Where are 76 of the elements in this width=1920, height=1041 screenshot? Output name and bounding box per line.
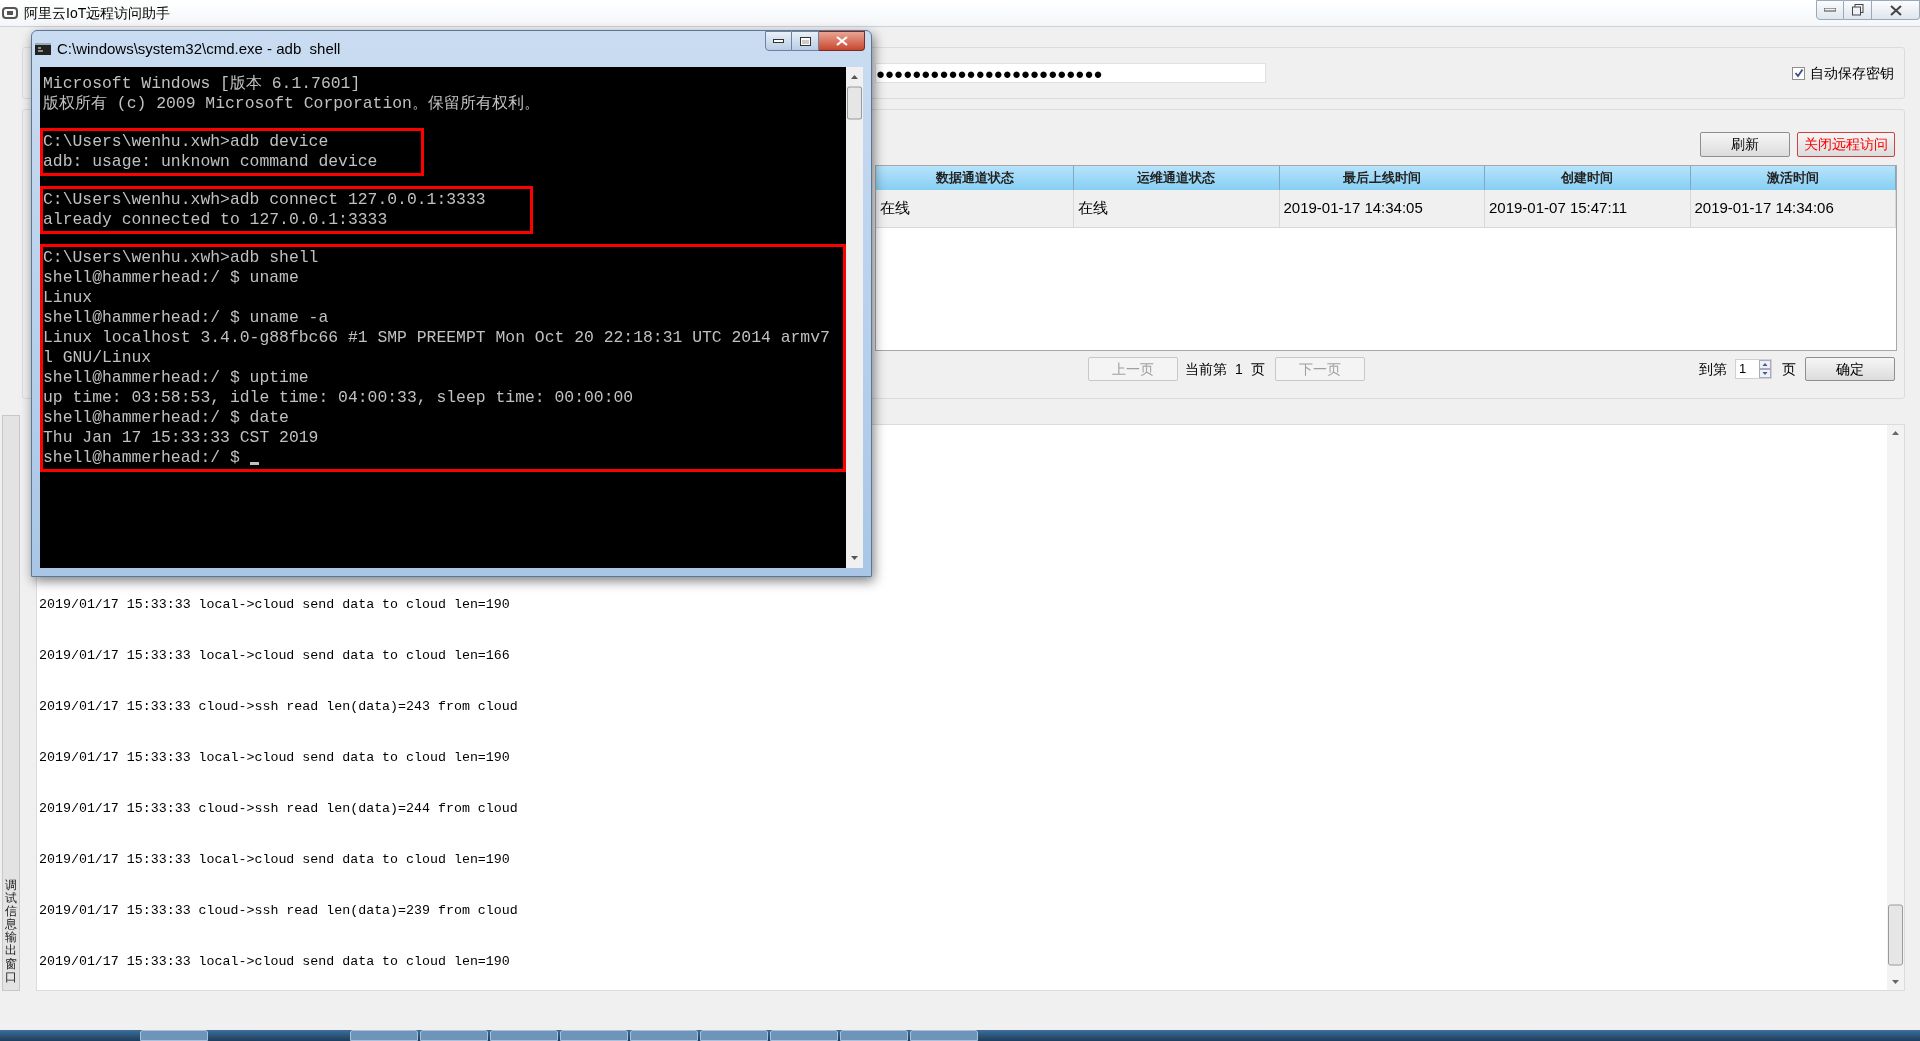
table-cell: 在线 [876,190,1074,227]
close-button[interactable] [819,31,865,51]
goto-label: 到第 [1699,359,1727,379]
app-icon [2,6,18,20]
taskbar-button[interactable] [770,1030,838,1041]
refresh-button[interactable]: 刷新 [1700,132,1790,157]
console-line: shell@hammerhead:/ $ uptime [43,368,309,388]
close-icon [835,36,848,46]
log-line: 2019/01/17 15:33:33 cloud->ssh read len(data)=239 from cloud [39,901,518,920]
log-line: 2019/01/17 15:33:33 local->cloud send data to cloud len=190 [39,952,510,971]
page-spinner[interactable]: 1 [1735,359,1772,379]
taskbar-button[interactable] [420,1030,488,1041]
page-number: 1 [1235,359,1243,379]
confirm-button[interactable]: 确定 [1805,357,1895,381]
side-tab[interactable]: 调试信息输出窗口 [2,415,20,991]
console-line: Linux [43,288,93,308]
console-title: C:\windows\system32\cmd.exe - adb shell [57,38,341,59]
maximize-icon [799,36,811,46]
console-line: shell@hammerhead:/ $ [43,448,241,468]
table-cell: 2019-01-17 14:34:06 [1690,190,1896,227]
console-line: up time: 03:58:53, idle time: 04:00:33, sleep time: 00:00:00 [43,388,634,408]
checkbox-label: 自动保存密钥 [1810,63,1894,83]
taskbar-button[interactable] [350,1030,418,1041]
minimize-icon [773,39,784,43]
taskbar-button[interactable] [630,1030,698,1041]
auto-save-checkbox[interactable]: 自动保存密钥 [1792,62,1894,84]
console-line: l GNU/Linux [43,348,152,368]
close-button[interactable] [1872,0,1920,20]
console-line: C:\Users\wenhu.xwh>adb shell [43,248,319,268]
page-label: 页 [1250,359,1265,379]
table-cell: 在线 [1074,190,1280,227]
goto-label: 页 [1782,359,1796,379]
maximize-button[interactable] [792,31,819,51]
console-line: adb: usage: unknown command device [43,152,378,172]
taskbar-button[interactable] [490,1030,558,1041]
column-header[interactable]: 最后上线时间 [1279,166,1485,190]
restore-button[interactable] [1844,0,1872,20]
console-line: shell@hammerhead:/ $ date [43,408,289,428]
taskbar-button[interactable] [560,1030,628,1041]
minimize-button[interactable] [765,31,792,51]
console-line: shell@hammerhead:/ $ uname -a [43,308,329,328]
window-title: 阿里云IoT远程访问助手 [24,3,171,23]
scrollbar[interactable] [846,67,863,568]
taskbar-button[interactable] [140,1030,208,1041]
secret-field[interactable]: ●●●●●●●●●●●●●●●●●●●●●●●●● [875,63,1266,83]
close-icon [1889,4,1902,16]
column-header[interactable]: 创建时间 [1485,166,1691,190]
taskbar-button[interactable] [700,1030,768,1041]
taskbar-button[interactable] [840,1030,908,1041]
table-cell: 2019-01-07 15:47:11 [1485,190,1691,227]
console-line: Microsoft Windows [版本 6.1.7601] [43,74,361,94]
table-cell: 2019-01-17 14:34:05 [1279,190,1485,227]
log-line: 2019/01/17 15:33:33 local->cloud send data to cloud len=190 [39,850,510,869]
side-tab-label: 调试信息输出窗口 [5,878,17,984]
log-line: 2019/01/17 15:33:33 cloud->ssh read len(data)=244 from cloud [39,799,518,818]
restore-icon [1851,4,1864,16]
log-line: 2019/01/17 15:33:33 local->cloud send data to cloud len=190 [39,748,510,767]
log-line: 2019/01/17 15:33:33 local->cloud send data to cloud len=166 [39,646,510,665]
taskbar-button[interactable] [910,1030,978,1041]
page-label: 当前第 [1185,359,1227,379]
console-line: Linux localhost 3.4.0-g88fbc66 #1 SMP PREEMPT Mon Oct 20 22:18:31 UTC 2014 armv7 [43,328,830,348]
console-line: Thu Jan 17 15:33:33 CST 2019 [43,428,319,448]
checkbox[interactable] [1792,66,1805,80]
column-header[interactable]: 激活时间 [1690,166,1896,190]
console-icon [35,43,51,55]
console-line: already connected to 127.0.0.1:3333 [43,210,388,230]
log-line: 2019/01/17 15:33:33 local->cloud send data to cloud len=190 [39,595,510,614]
console-line: C:\Users\wenhu.xwh>adb connect 127.0.0.1:3333 [43,190,486,210]
scrollbar[interactable] [1887,425,1904,990]
minimize-icon [1824,8,1836,12]
console-line: C:\Users\wenhu.xwh>adb device [43,132,329,152]
log-line: 2019/01/17 15:33:33 cloud->ssh read len(data)=243 from cloud [39,697,518,716]
console-line: shell@hammerhead:/ $ uname [43,268,299,288]
column-header[interactable]: 运维通道状态 [1074,166,1280,190]
console-line: 版权所有 (c) 2009 Microsoft Corporation。保留所有权利。 [43,94,540,114]
column-header[interactable]: 数据通道状态 [876,166,1074,190]
